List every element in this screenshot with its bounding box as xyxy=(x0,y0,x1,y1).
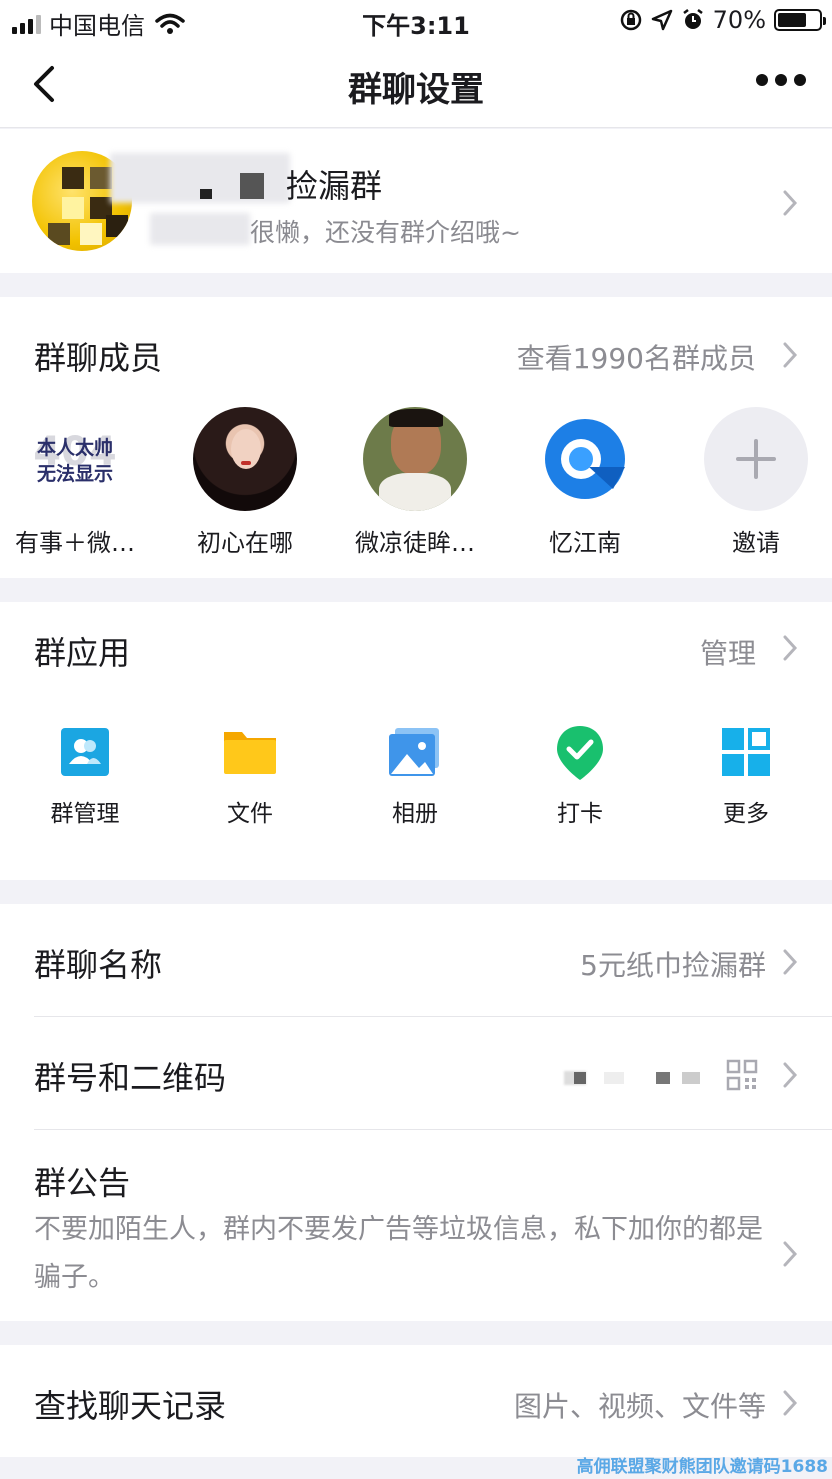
status-bar: 中国电信 下午3:11 70% xyxy=(0,0,832,40)
battery-icon xyxy=(774,9,826,31)
alarm-icon xyxy=(682,9,703,29)
members-section: 群聊成员 查看1990名群成员 404 本人太帅 无法显示 有事＋微… 初心在哪… xyxy=(0,297,832,578)
member-avatar xyxy=(193,407,297,511)
group-notice-label: 群公告 xyxy=(34,1164,131,1202)
group-name-row[interactable]: 群聊名称 5元纸巾捡漏群 xyxy=(0,904,832,1016)
plus-icon xyxy=(704,407,808,511)
chevron-right-icon xyxy=(783,190,798,216)
group-settings-section: 群聊名称 5元纸巾捡漏群 群号和二维码 群公告 不要加陌生人，群内不要发广告等垃… xyxy=(0,904,832,1321)
group-name: 捡漏群 xyxy=(286,167,383,205)
member-avatar xyxy=(363,407,467,511)
group-notice-row[interactable]: 群公告 不要加陌生人，群内不要发广告等垃圾信息，私下加你的都是骗子。 xyxy=(0,1130,832,1321)
group-apps-section: 群应用 管理 群管理 文件 相册 打卡 更多 xyxy=(0,602,832,880)
member-avatar xyxy=(533,407,637,511)
chevron-right-icon xyxy=(783,635,798,661)
app-logo-icon xyxy=(545,419,625,499)
member-avatar: 404 本人太帅 无法显示 xyxy=(15,407,135,511)
qr-code-icon xyxy=(726,1059,758,1091)
grid-more-icon xyxy=(722,728,770,776)
app-label: 相册 xyxy=(392,801,438,827)
invite-label: 邀请 xyxy=(732,529,780,557)
rotation-lock-icon xyxy=(620,9,641,31)
nav-bar: 群聊设置 xyxy=(0,40,832,128)
search-history-hint: 图片、视频、文件等 xyxy=(513,1390,766,1423)
member-name: 忆江南 xyxy=(549,529,621,557)
check-in-icon xyxy=(557,726,603,780)
chevron-right-icon xyxy=(783,1241,798,1267)
manage-apps-link[interactable]: 管理 xyxy=(700,632,756,672)
members-title: 群聊成员 xyxy=(34,339,163,377)
app-label: 打卡 xyxy=(557,801,603,827)
app-check-in[interactable]: 打卡 xyxy=(520,724,640,828)
chevron-right-icon xyxy=(783,1062,798,1088)
chevron-right-icon xyxy=(783,949,798,975)
member-item[interactable]: 微凉徒眸… xyxy=(340,407,490,558)
app-more[interactable]: 更多 xyxy=(686,724,806,828)
photo-album-icon xyxy=(389,728,439,776)
view-all-members-link[interactable]: 查看1990名群成员 xyxy=(517,337,756,377)
page-title: 群聊设置 xyxy=(348,70,484,110)
group-number-row[interactable]: 群号和二维码 xyxy=(0,1017,832,1129)
search-history-label: 查找聊天记录 xyxy=(34,1387,227,1425)
app-files[interactable]: 文件 xyxy=(190,724,310,828)
app-album[interactable]: 相册 xyxy=(355,724,475,828)
member-name: 初心在哪 xyxy=(197,529,293,557)
group-manage-icon xyxy=(61,728,109,776)
chevron-right-icon xyxy=(783,1390,798,1416)
apps-title: 群应用 xyxy=(34,634,131,672)
folder-icon xyxy=(224,732,276,774)
app-label: 更多 xyxy=(723,801,769,827)
member-item[interactable]: 初心在哪 xyxy=(170,407,320,558)
group-intro: 很懒，还没有群介绍哦~ xyxy=(250,218,521,247)
group-name-label: 群聊名称 xyxy=(34,946,163,984)
member-name: 有事＋微… xyxy=(15,529,135,557)
invite-button[interactable]: 邀请 xyxy=(681,407,831,558)
member-item[interactable]: 忆江南 xyxy=(510,407,660,558)
group-number-value xyxy=(560,1067,720,1087)
app-label: 文件 xyxy=(227,801,273,827)
group-number-label: 群号和二维码 xyxy=(34,1059,227,1097)
battery-percent: 70% xyxy=(712,6,766,34)
app-label: 群管理 xyxy=(50,801,120,827)
more-options-button[interactable] xyxy=(756,74,806,86)
chevron-right-icon xyxy=(783,342,798,368)
search-history-row[interactable]: 查找聊天记录 图片、视频、文件等 xyxy=(0,1345,832,1457)
group-header[interactable]: 捡漏群 很懒，还没有群介绍哦~ xyxy=(0,129,832,273)
group-notice-text: 不要加陌生人，群内不要发广告等垃圾信息，私下加你的都是骗子。 xyxy=(34,1214,763,1293)
avatar-caption: 本人太帅 无法显示 xyxy=(36,437,113,485)
location-icon xyxy=(651,9,672,31)
member-name: 微凉徒眸… xyxy=(355,529,475,557)
app-group-manage[interactable]: 群管理 xyxy=(25,724,145,828)
member-item[interactable]: 404 本人太帅 无法显示 有事＋微… xyxy=(0,407,150,558)
watermark: 高佣联盟聚财熊团队邀请码1688 xyxy=(576,1457,828,1477)
group-name-value: 5元纸巾捡漏群 xyxy=(580,949,766,982)
